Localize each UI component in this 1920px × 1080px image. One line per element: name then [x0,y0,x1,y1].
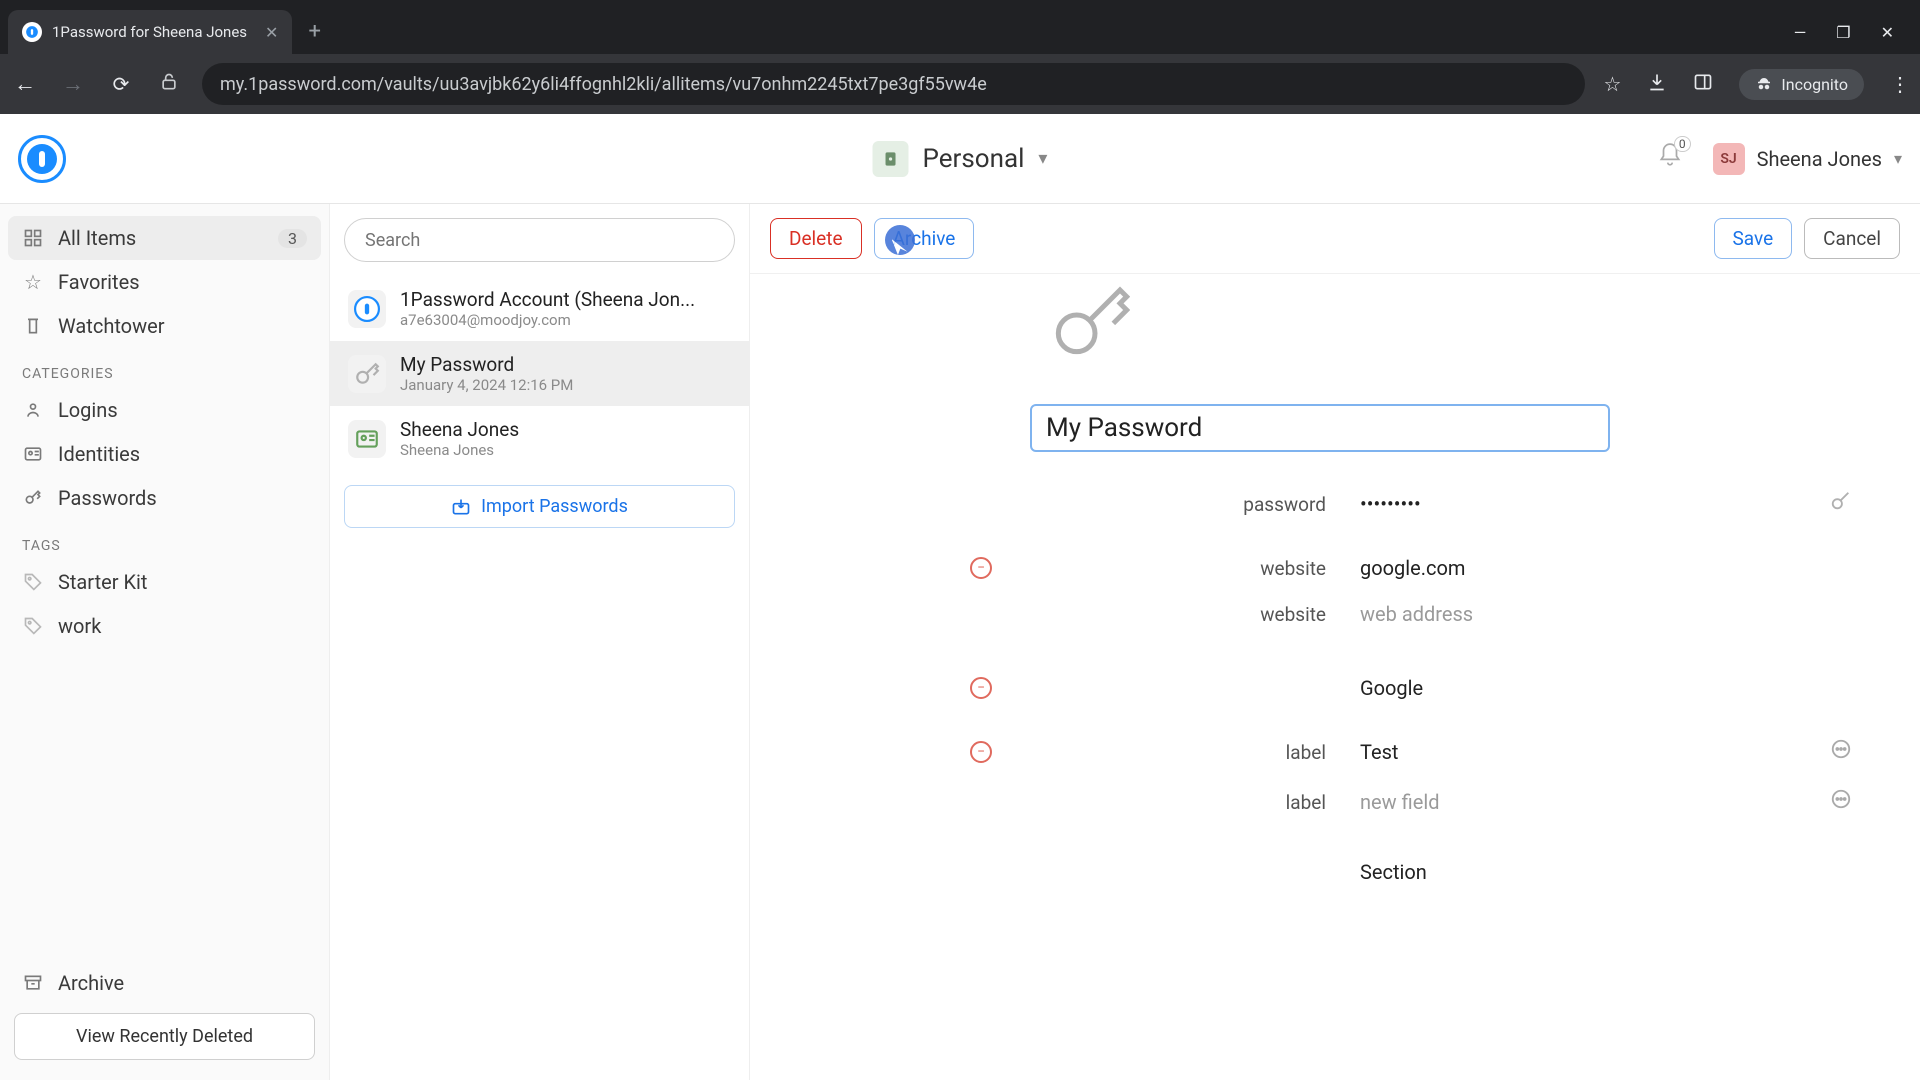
tab-title: 1Password for Sheena Jones [52,23,247,41]
avatar: SJ [1713,143,1745,175]
watchtower-icon [22,315,44,337]
window-minimize-icon[interactable]: ― [1794,23,1807,42]
sidebar-item-archive[interactable]: Archive [8,961,321,1005]
user-menu[interactable]: SJ Sheena Jones ▾ [1713,143,1902,175]
tab-favicon [22,22,42,42]
url-text: my.1password.com/vaults/uu3avjbk62y6li4f… [220,74,987,95]
item-list: 1Password Account (Sheena Jon... a7e6300… [330,204,750,1080]
notifications-button[interactable]: 0 [1657,142,1683,175]
tab-close-icon[interactable]: ✕ [265,23,278,42]
sidebar: All Items 3 ☆ Favorites Watchtower CATEG… [0,204,330,1080]
chevron-down-icon: ▾ [1894,149,1902,168]
identity-icon [348,420,386,458]
vault-name: Personal [923,144,1025,174]
remove-section-icon[interactable]: − [970,677,992,699]
archive-icon [22,972,44,994]
downloads-icon[interactable] [1647,72,1667,97]
generate-password-icon[interactable] [1830,490,1852,518]
tag-icon [22,615,44,637]
address-bar[interactable]: my.1password.com/vaults/uu3avjbk62y6li4f… [202,63,1585,105]
item-type-icon [1050,280,1130,364]
vault-selector[interactable]: Personal ▾ [873,141,1048,177]
delete-button[interactable]: Delete [770,218,862,259]
field-label: label [1030,741,1360,764]
browser-menu-icon[interactable]: ⋮ [1890,72,1910,96]
site-info-icon[interactable] [154,72,184,97]
remove-field-icon[interactable]: − [970,557,992,579]
user-name: Sheena Jones [1757,147,1882,171]
archive-button[interactable]: Archive [874,218,975,259]
account-icon [348,290,386,328]
section-title[interactable]: Section [1360,860,1880,884]
website-label: website [1030,603,1360,626]
search-input[interactable] [344,218,735,262]
categories-heading: CATEGORIES [8,348,321,388]
import-passwords-button[interactable]: Import Passwords [344,485,735,528]
browser-tab[interactable]: 1Password for Sheena Jones ✕ [8,10,292,54]
passwords-icon [22,487,44,509]
bookmark-icon[interactable]: ☆ [1603,72,1621,96]
item-title-input[interactable] [1030,404,1610,452]
all-items-icon [22,227,44,249]
section-title[interactable]: Google [1360,676,1880,700]
remove-field-icon[interactable]: − [970,741,992,763]
sidepanel-icon[interactable] [1693,72,1713,97]
logins-icon [22,399,44,421]
nav-back-icon[interactable]: ← [10,71,40,97]
identities-icon [22,443,44,465]
sidebar-item-all-items[interactable]: All Items 3 [8,216,321,260]
website-label: website [1030,557,1360,580]
field-options-icon[interactable] [1830,738,1852,766]
list-item[interactable]: 1Password Account (Sheena Jon... a7e6300… [330,276,749,341]
password-label: password [1030,493,1360,516]
window-close-icon[interactable]: ✕ [1881,23,1894,42]
chevron-down-icon: ▾ [1038,148,1047,169]
field-value[interactable]: Test [1360,740,1830,764]
cancel-button[interactable]: Cancel [1804,218,1900,259]
password-value[interactable]: ••••••••• [1360,492,1830,516]
sidebar-item-passwords[interactable]: Passwords [8,476,321,520]
tag-icon [22,571,44,593]
website-value[interactable]: google.com [1360,556,1880,580]
key-icon [348,355,386,393]
window-maximize-icon[interactable]: ❐ [1836,23,1850,42]
sidebar-item-identities[interactable]: Identities [8,432,321,476]
field-placeholder[interactable]: new field [1360,790,1830,814]
nav-forward-icon[interactable]: → [58,71,88,97]
website-placeholder[interactable]: web address [1360,602,1880,626]
detail-pane: Delete Archive Save Cancel password ••••… [750,204,1920,1080]
vault-icon [873,141,909,177]
incognito-indicator[interactable]: Incognito [1739,69,1864,100]
field-label: label [1030,791,1360,814]
sidebar-item-logins[interactable]: Logins [8,388,321,432]
app-logo[interactable] [18,135,66,183]
field-options-icon[interactable] [1830,788,1852,816]
list-item[interactable]: My Password January 4, 2024 12:16 PM [330,341,749,406]
tags-heading: TAGS [8,520,321,560]
sidebar-tag-starter-kit[interactable]: Starter Kit [8,560,321,604]
sidebar-tag-work[interactable]: work [8,604,321,648]
notification-count: 0 [1674,136,1691,152]
sidebar-item-watchtower[interactable]: Watchtower [8,304,321,348]
list-item[interactable]: Sheena Jones Sheena Jones [330,406,749,471]
all-items-count: 3 [278,229,307,248]
star-icon: ☆ [22,271,44,293]
sidebar-item-favorites[interactable]: ☆ Favorites [8,260,321,304]
new-tab-button[interactable]: + [292,19,336,54]
save-button[interactable]: Save [1714,218,1793,259]
view-recently-deleted-button[interactable]: View Recently Deleted [14,1013,315,1060]
nav-reload-icon[interactable]: ⟳ [106,72,136,96]
